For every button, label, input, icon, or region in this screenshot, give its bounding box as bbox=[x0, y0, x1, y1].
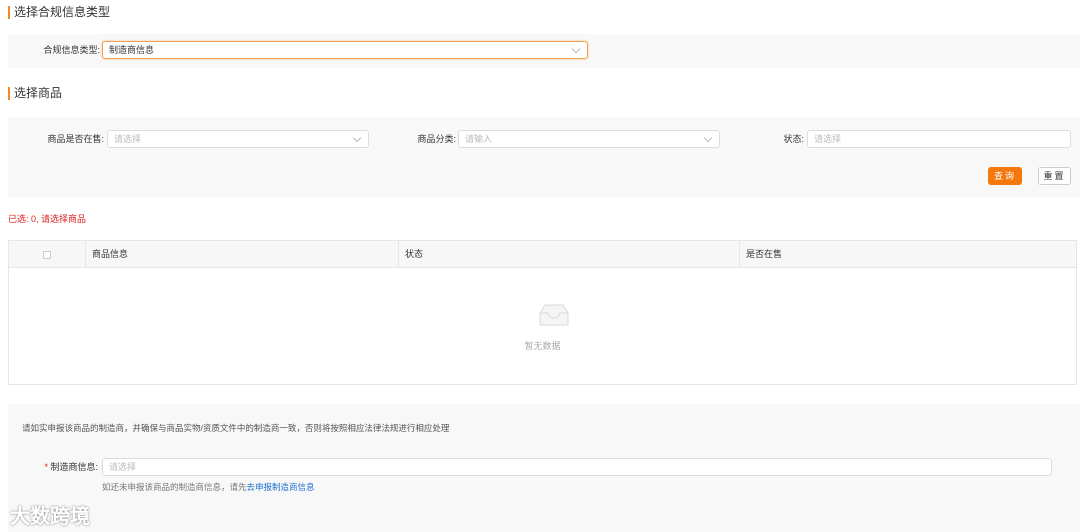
manufacturer-notice: 请如实申报该商品的制造商，并确保与商品实物/资质文件中的制造商一致，否则将按照相… bbox=[22, 423, 450, 433]
selected-count-text: 已选: 0, 请选择商品 bbox=[8, 214, 87, 224]
status-placeholder: 请选择 bbox=[814, 134, 842, 144]
manufacturer-panel: 请如实申报该商品的制造商，并确保与商品实物/资质文件中的制造商一致，否则将按照相… bbox=[8, 404, 1080, 532]
product-filter-panel: 商品是否在售: 请选择 商品分类: 请输入 状态: 请选择 查询 重置 bbox=[8, 117, 1080, 197]
table-header: 商品信息 状态 是否在售 bbox=[9, 241, 1076, 268]
section-title-compliance-type: 选择合规信息类型 bbox=[8, 6, 110, 19]
manufacturer-label: * 制造商信息: bbox=[8, 458, 98, 476]
empty-text: 暂无数据 bbox=[524, 341, 561, 351]
empty-inbox-icon bbox=[539, 304, 569, 326]
column-on-sale: 是否在售 bbox=[739, 241, 782, 268]
manufacturer-hint-text: 如还未申报该商品的制造商信息，请先 bbox=[102, 482, 247, 492]
query-button[interactable]: 查询 bbox=[988, 167, 1022, 185]
section-title-select-product: 选择商品 bbox=[8, 87, 62, 100]
category-input[interactable]: 请输入 bbox=[458, 130, 720, 148]
category-placeholder: 请输入 bbox=[465, 134, 493, 144]
column-status: 状态 bbox=[398, 241, 423, 268]
status-select[interactable]: 请选择 bbox=[807, 130, 1071, 148]
on-sale-select[interactable]: 请选择 bbox=[107, 130, 369, 148]
manufacturer-select[interactable]: 请选择 bbox=[102, 458, 1052, 476]
column-product-info: 商品信息 bbox=[85, 241, 128, 268]
required-mark: * bbox=[44, 462, 48, 472]
chevron-down-icon bbox=[352, 133, 362, 143]
on-sale-placeholder: 请选择 bbox=[114, 134, 142, 144]
select-all-checkbox[interactable] bbox=[43, 251, 51, 259]
compliance-type-panel: 合规信息类型: 制造商信息 bbox=[8, 34, 1080, 68]
chevron-down-icon bbox=[571, 44, 581, 54]
compliance-type-label: 合规信息类型: bbox=[43, 45, 100, 55]
category-label: 商品分类: bbox=[417, 134, 456, 144]
status-label: 状态: bbox=[783, 134, 804, 144]
reset-button[interactable]: 重置 bbox=[1038, 167, 1071, 185]
product-table: 商品信息 状态 是否在售 暂无数据 bbox=[8, 240, 1077, 385]
declare-manufacturer-link[interactable]: 去申报制造商信息 bbox=[247, 482, 315, 492]
on-sale-label: 商品是否在售: bbox=[47, 134, 104, 144]
manufacturer-hint: 如还未申报该商品的制造商信息，请先去申报制造商信息 bbox=[102, 481, 315, 493]
watermark-logo: 大数跨境 bbox=[10, 506, 90, 528]
compliance-type-value: 制造商信息 bbox=[109, 45, 155, 55]
compliance-type-select[interactable]: 制造商信息 bbox=[102, 41, 588, 59]
manufacturer-placeholder: 请选择 bbox=[109, 462, 137, 472]
manufacturer-label-text: 制造商信息: bbox=[50, 462, 98, 472]
